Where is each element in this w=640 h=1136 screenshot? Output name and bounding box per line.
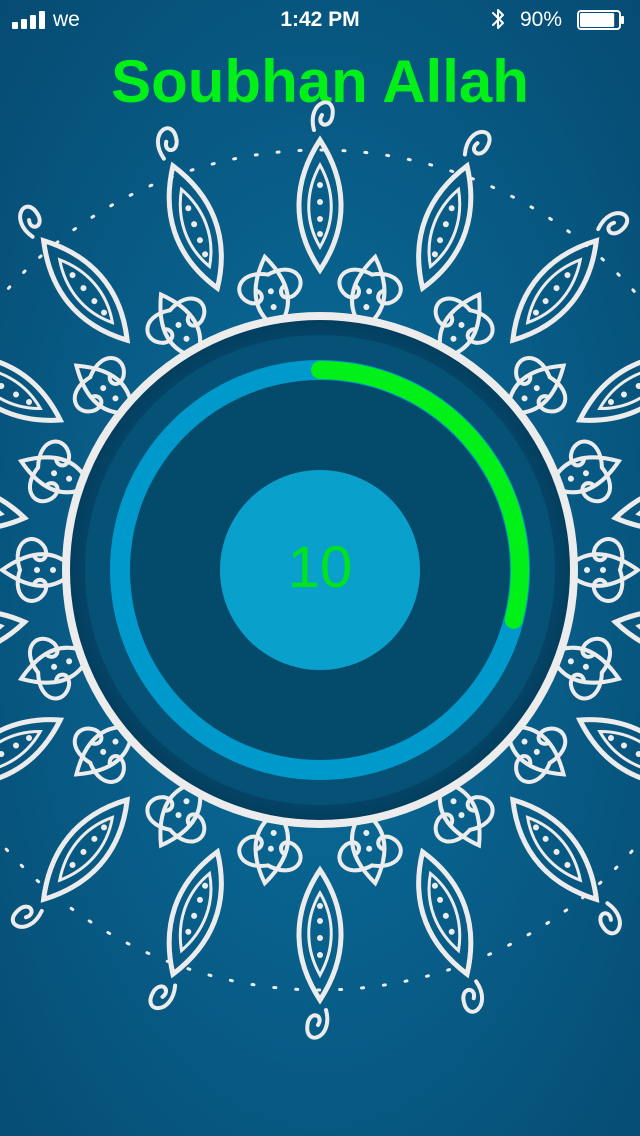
counter-button[interactable]: 10 (220, 468, 420, 668)
